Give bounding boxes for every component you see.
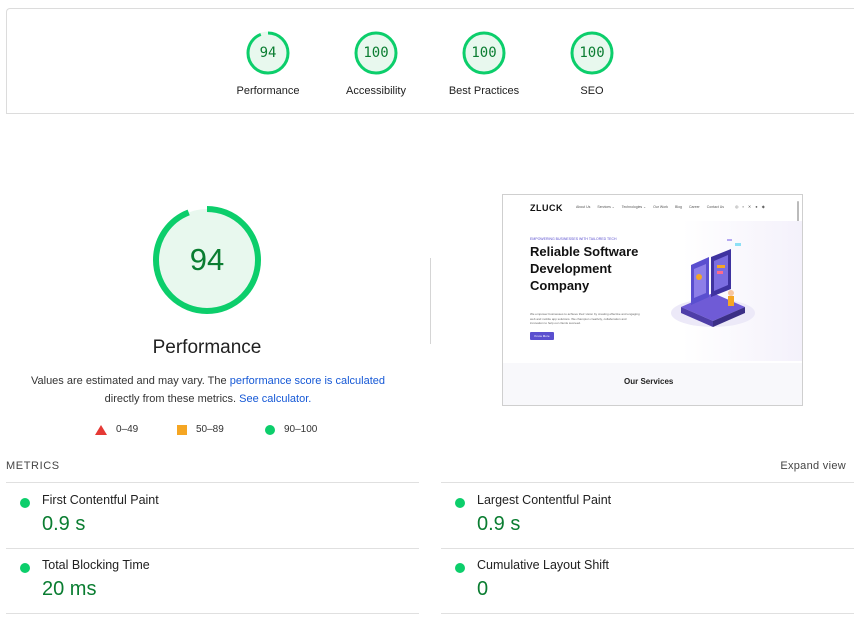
- social-icon: ▪: [742, 204, 744, 209]
- gauge-label: Best Practices: [448, 85, 520, 97]
- metric-name: Cumulative Layout Shift: [477, 558, 610, 572]
- legend-average: 50–89: [177, 424, 224, 435]
- metrics-divider: [441, 482, 854, 483]
- see-calculator-link[interactable]: See calculator.: [239, 393, 311, 405]
- legend-fail: 0–49: [95, 424, 138, 435]
- performance-score: 94: [189, 242, 225, 277]
- metrics-divider: [441, 613, 854, 614]
- screenshot-button: Know More: [530, 332, 554, 340]
- screenshot-menu-item: Career: [689, 205, 700, 209]
- pass-circle-icon: [455, 498, 465, 508]
- screenshot-menu-item: Technologies ⌄: [621, 205, 647, 209]
- triangle-icon: [95, 424, 107, 435]
- metrics-divider: [6, 482, 419, 483]
- performance-gauge: 94: [151, 204, 263, 316]
- final-screenshot[interactable]: ZLUCK About Us Services ⌄ Technologies ⌄…: [502, 194, 803, 406]
- gauge-score: 100: [471, 45, 497, 61]
- divider: [430, 258, 431, 344]
- legend-range: 90–100: [284, 424, 318, 435]
- screenshot-subtext: We empower businesses to achieve their v…: [530, 312, 640, 325]
- gauge-score: 94: [259, 45, 277, 61]
- gauge-seo[interactable]: 100 SEO: [537, 31, 647, 97]
- pass-circle-icon: [455, 563, 465, 573]
- metric-value: 0: [477, 578, 489, 600]
- gauge-label: SEO: [580, 85, 604, 97]
- metric-name: First Contentful Paint: [42, 493, 159, 507]
- note-text-middle: directly from these metrics.: [104, 393, 240, 405]
- screenshot-kicker: EMPOWERING BUSINESSES WITH TAILORED TECH: [530, 237, 617, 241]
- screenshot-menu: About Us Services ⌄ Technologies ⌄ Our W…: [576, 205, 724, 209]
- gauge-accessibility[interactable]: 100 Accessibility: [321, 31, 431, 97]
- gauge-label: Performance: [236, 85, 300, 97]
- pass-circle-icon: [20, 498, 30, 508]
- screenshot-heading: Reliable Software Development Company: [530, 244, 639, 293]
- social-icon: ●: [755, 204, 758, 209]
- square-icon: [177, 424, 187, 435]
- gauge-best-practices[interactable]: 100 Best Practices: [429, 31, 539, 97]
- metric-first-contentful-paint: First Contentful Paint 0.9 s: [20, 493, 400, 553]
- metrics-heading: METRICS: [6, 460, 60, 472]
- legend-pass: 90–100: [265, 424, 317, 435]
- gauge-ring: 100: [570, 31, 614, 75]
- performance-title: Performance: [152, 337, 262, 358]
- gauge-label: Accessibility: [346, 85, 406, 97]
- screenshot-logo: ZLUCK: [530, 203, 563, 213]
- gauge-score: 100: [579, 45, 605, 61]
- pass-circle-icon: [20, 563, 30, 573]
- screenshot-menu-item: Contact Us: [706, 205, 725, 209]
- legend-range: 50–89: [196, 424, 224, 435]
- metric-value: 0.9 s: [42, 513, 86, 535]
- gauge-ring: 100: [462, 31, 506, 75]
- metrics-divider: [6, 548, 419, 549]
- performance-note: Values are estimated and may vary. The p…: [18, 372, 398, 408]
- screenshot-menu-item: Our Work: [653, 205, 668, 209]
- screenshot-nav: ZLUCK About Us Services ⌄ Technologies ⌄…: [503, 195, 802, 231]
- note-text: Values are estimated and may vary. The: [30, 375, 230, 387]
- metric-largest-contentful-paint: Largest Contentful Paint 0.9 s: [455, 493, 835, 553]
- screenshot-menu-item: About Us: [576, 205, 591, 209]
- isometric-illustration-icon: [671, 239, 755, 327]
- social-icon: ✕: [747, 204, 752, 209]
- metrics-divider: [441, 548, 854, 549]
- metrics-divider: [6, 613, 419, 614]
- metric-name: Largest Contentful Paint: [477, 493, 612, 507]
- screenshot-social-icons: ◎ ▪ ✕ ● ◆: [735, 204, 765, 209]
- screenshot-menu-item: Blog: [675, 205, 683, 209]
- performance-score-link[interactable]: performance score is calculated: [230, 375, 385, 387]
- legend-range: 0–49: [116, 424, 139, 435]
- metric-cumulative-layout-shift: Cumulative Layout Shift 0: [455, 558, 835, 618]
- expand-view-toggle[interactable]: Expand view: [780, 460, 846, 472]
- screenshot-menu-item: Services ⌄: [597, 205, 615, 209]
- social-icon: ◆: [761, 204, 765, 209]
- gauge-ring: 100: [354, 31, 398, 75]
- gauge-performance[interactable]: 94 Performance: [213, 31, 323, 97]
- metric-total-blocking-time: Total Blocking Time 20 ms: [20, 558, 400, 618]
- metric-value: 0.9 s: [477, 513, 521, 535]
- gauge-score: 100: [363, 45, 389, 61]
- score-legend: 0–49 50–89 90–100: [0, 424, 420, 440]
- social-icon: ◎: [735, 204, 739, 209]
- gauge-ring: 94: [246, 31, 290, 75]
- circle-icon: [265, 424, 275, 435]
- metric-name: Total Blocking Time: [42, 558, 150, 572]
- screenshot-services-title: Our Services: [624, 377, 674, 386]
- metric-value: 20 ms: [42, 578, 97, 600]
